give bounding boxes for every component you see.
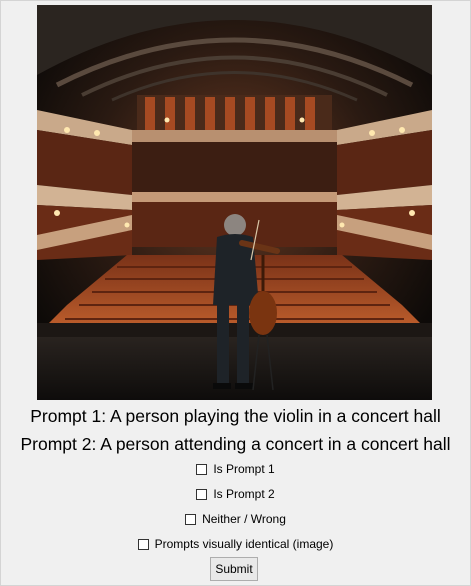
submit-button[interactable]: Submit — [210, 557, 258, 581]
checkbox-is-prompt-2[interactable] — [196, 488, 208, 500]
prompt-2-text: Prompt 2: A person attending a concert i… — [20, 434, 451, 454]
option-label: Is Prompt 2 — [213, 487, 275, 501]
option-label: Prompts visually identical (image) — [154, 537, 334, 551]
option-is-prompt-2[interactable]: Is Prompt 2 — [0, 484, 471, 504]
checkbox-is-prompt-1[interactable] — [196, 463, 208, 475]
prompt-1-text: Prompt 1: A person playing the violin in… — [30, 406, 441, 426]
checkbox-neither-wrong[interactable] — [185, 513, 197, 525]
concert-hall-image — [37, 5, 432, 400]
option-label: Neither / Wrong — [202, 512, 286, 526]
option-is-prompt-1[interactable]: Is Prompt 1 — [0, 459, 471, 479]
option-label: Is Prompt 1 — [213, 462, 275, 476]
option-prompts-identical[interactable]: Prompts visually identical (image) — [0, 534, 471, 554]
checkbox-prompts-identical[interactable] — [137, 538, 149, 550]
option-neither-wrong[interactable]: Neither / Wrong — [0, 509, 471, 529]
